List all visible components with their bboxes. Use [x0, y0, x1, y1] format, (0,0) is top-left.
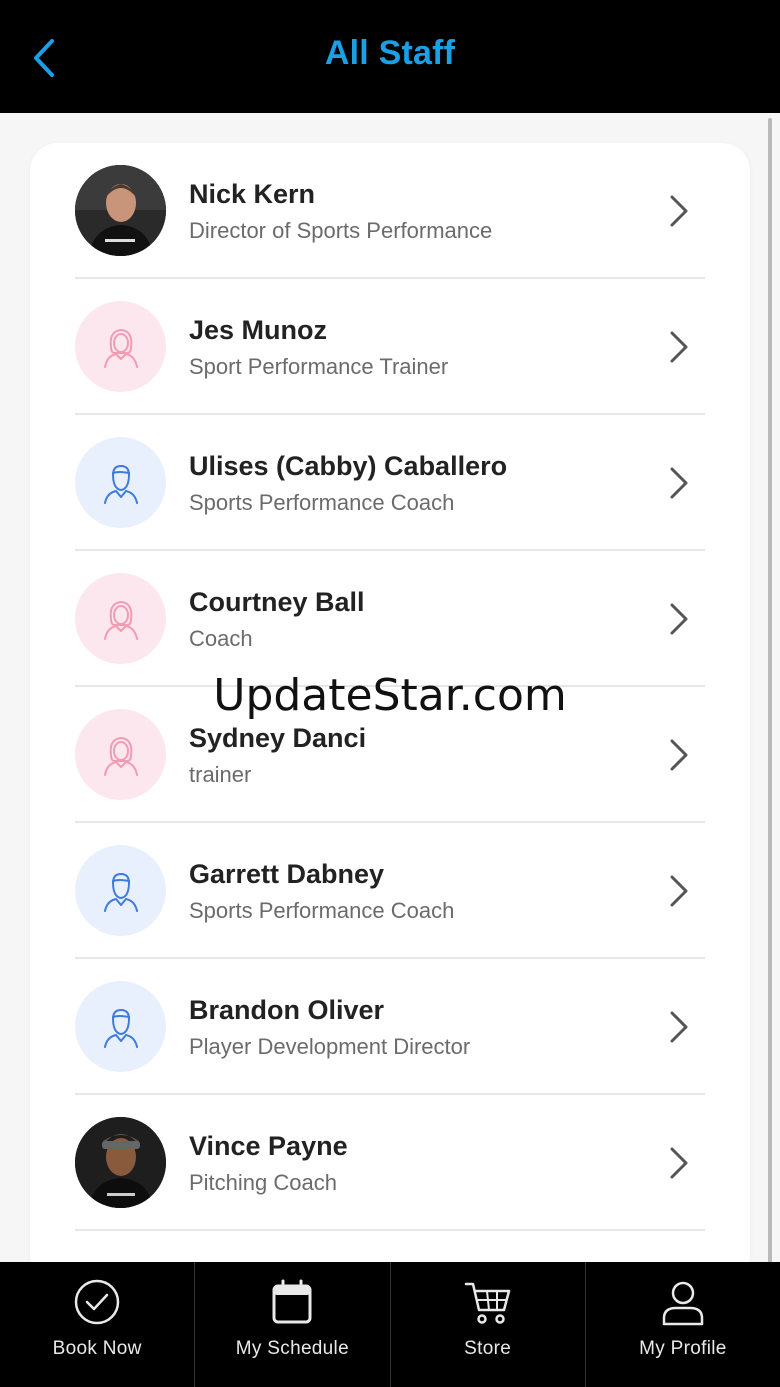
male-user-icon	[103, 464, 138, 504]
chevron-right-icon	[670, 331, 688, 363]
avatar	[75, 845, 166, 936]
staff-list: Nick Kern Director of Sports Performance…	[30, 143, 750, 1283]
staff-row[interactable]: Garrett Dabney Sports Performance Coach	[75, 823, 705, 959]
staff-name: Brandon Oliver	[189, 995, 385, 1025]
staff-name: Jes Munoz	[189, 315, 328, 345]
bottom-nav: Book Now My Schedule Store My Profile	[0, 1262, 780, 1387]
calendar-icon	[272, 1279, 312, 1324]
chevron-right-icon	[670, 1011, 688, 1043]
female-user-icon	[103, 600, 138, 640]
chevron-right-icon	[670, 467, 688, 499]
avatar	[75, 437, 166, 528]
scrollbar[interactable]	[768, 118, 772, 1263]
male-user-icon	[103, 1008, 138, 1048]
staff-row[interactable]: Jes Munoz Sport Performance Trainer	[75, 279, 705, 415]
female-user-icon	[103, 328, 138, 368]
staff-name: Ulises (Cabby) Caballero	[189, 451, 508, 481]
staff-row[interactable]: Ulises (Cabby) Caballero Sports Performa…	[75, 415, 705, 551]
chevron-right-icon	[670, 195, 688, 227]
nav-store[interactable]: Store	[389, 1262, 585, 1387]
avatar	[75, 573, 166, 664]
staff-row[interactable]: Courtney Ball Coach	[75, 551, 705, 687]
staff-photo-icon	[75, 1117, 166, 1208]
staff-role: Director of Sports Performance	[189, 218, 493, 243]
nav-book-now[interactable]: Book Now	[0, 1262, 194, 1387]
nav-label: My Profile	[639, 1338, 727, 1359]
chevron-right-icon	[670, 739, 688, 771]
staff-role: Sports Performance Coach	[189, 490, 455, 515]
staff-row[interactable]: Nick Kern Director of Sports Performance	[75, 143, 705, 279]
nav-label: Book Now	[52, 1338, 142, 1359]
staff-role: Sport Performance Trainer	[189, 354, 449, 379]
avatar	[75, 709, 166, 800]
staff-name: Sydney Danci	[189, 723, 367, 753]
nav-label: My Schedule	[235, 1338, 349, 1359]
staff-name: Vince Payne	[189, 1131, 348, 1161]
chevron-right-icon	[670, 875, 688, 907]
nav-my-schedule[interactable]: My Schedule	[194, 1262, 389, 1387]
staff-name: Courtney Ball	[189, 587, 365, 617]
staff-role: Pitching Coach	[189, 1170, 337, 1195]
page-title: All Staff	[324, 34, 456, 72]
staff-role: Player Development Director	[189, 1034, 471, 1059]
staff-row[interactable]: Sydney Danci trainer	[75, 687, 705, 823]
staff-row[interactable]: Brandon Oliver Player Development Direct…	[75, 959, 705, 1095]
avatar	[75, 301, 166, 392]
avatar	[75, 165, 166, 256]
female-user-icon	[103, 736, 138, 776]
avatar	[75, 981, 166, 1072]
staff-name: Nick Kern	[189, 179, 316, 209]
staff-role: trainer	[189, 762, 252, 787]
staff-screen: All Staff Nick Kern Director of Sports P…	[0, 0, 780, 1387]
staff-role: Sports Performance Coach	[189, 898, 455, 923]
staff-role: Coach	[189, 626, 253, 651]
user-icon	[662, 1281, 704, 1326]
cart-icon	[464, 1282, 510, 1324]
nav-label: Store	[464, 1338, 512, 1359]
top-bar: All Staff	[0, 0, 780, 113]
chevron-right-icon	[670, 1147, 688, 1179]
check-circle-icon	[74, 1279, 120, 1325]
nav-my-profile[interactable]: My Profile	[584, 1262, 780, 1387]
staff-name: Garrett Dabney	[189, 859, 385, 889]
avatar	[75, 1117, 166, 1208]
staff-row[interactable]: Vince Payne Pitching Coach	[75, 1095, 705, 1231]
staff-photo-icon	[75, 165, 166, 256]
chevron-right-icon	[670, 603, 688, 635]
male-user-icon	[103, 872, 138, 912]
